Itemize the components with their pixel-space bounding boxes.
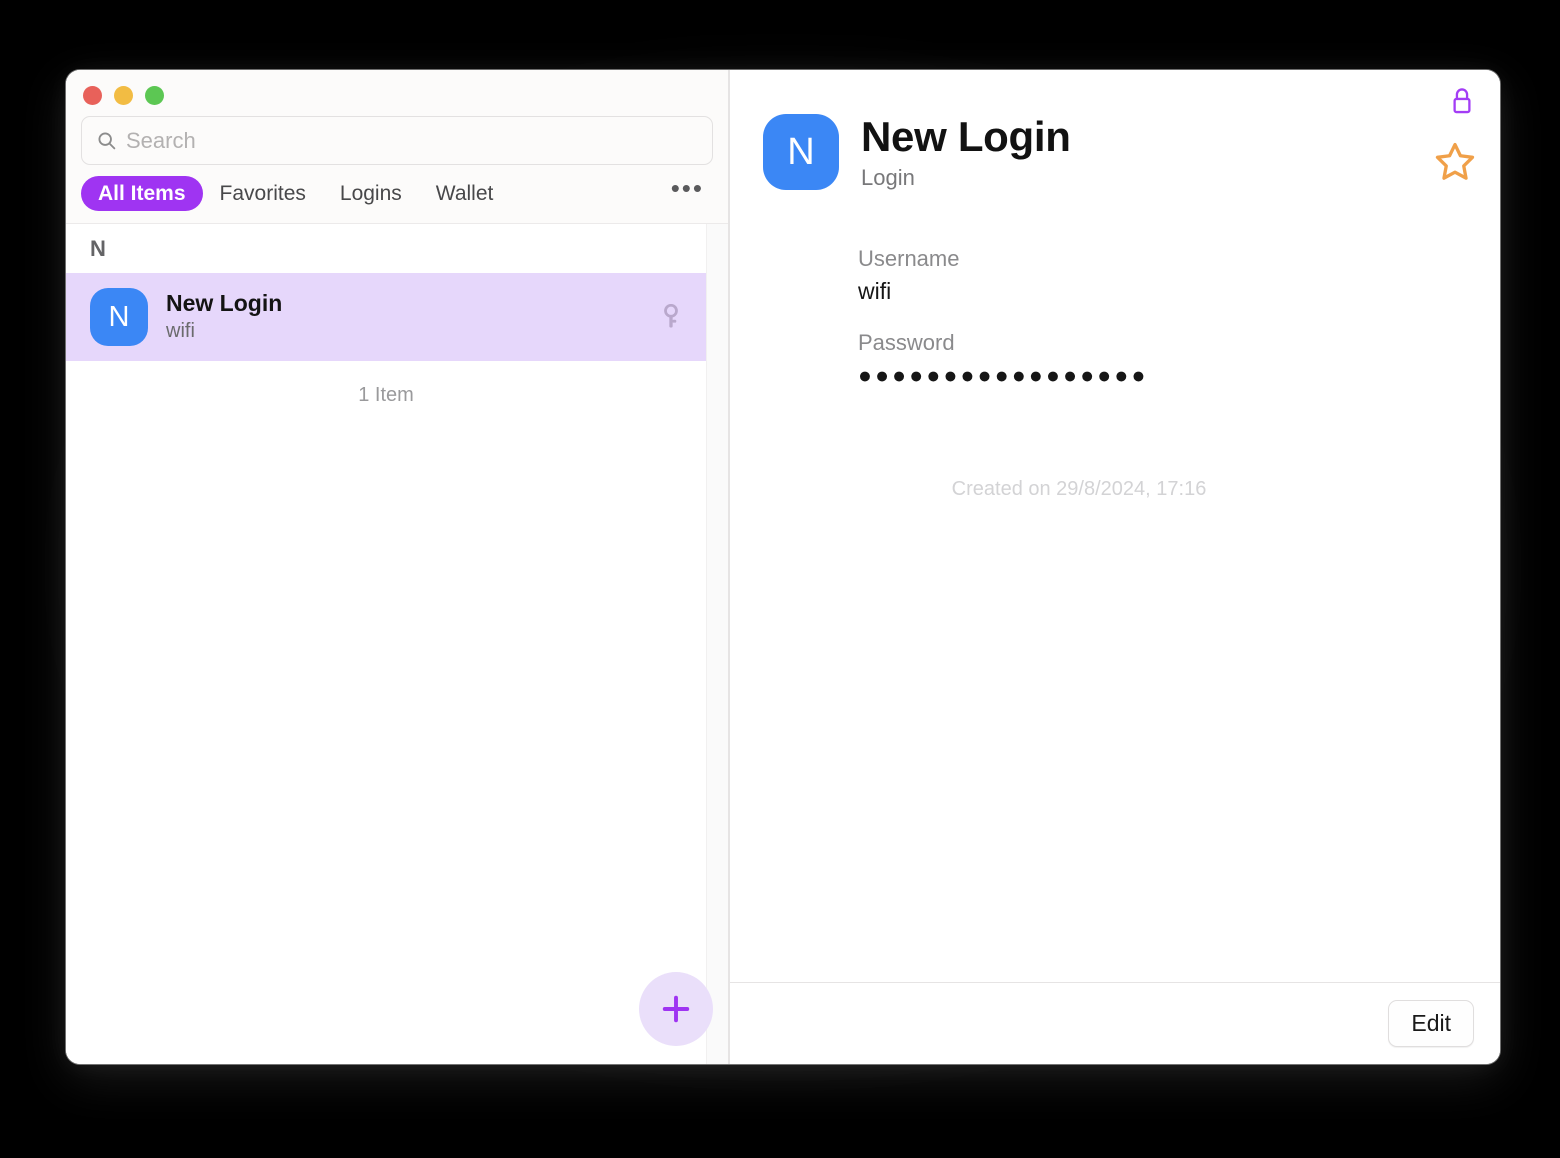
app-window: All Items Favorites Logins Wallet ••• N … <box>66 70 1500 1064</box>
window-controls <box>66 70 728 110</box>
maximize-button[interactable] <box>145 86 164 105</box>
tab-logins[interactable]: Logins <box>323 176 419 211</box>
add-item-button[interactable] <box>639 972 713 1046</box>
detail-heading-text: New Login Login <box>861 114 1071 190</box>
field-username: Username wifi <box>858 246 1500 306</box>
field-value[interactable]: wifi <box>858 278 1500 306</box>
tab-favorites[interactable]: Favorites <box>203 176 323 211</box>
item-count-label: 1 Item <box>66 361 706 407</box>
more-options-icon[interactable]: ••• <box>665 175 710 206</box>
list-item[interactable]: N New Login wifi <box>66 273 706 361</box>
list-section-header: N <box>66 224 706 273</box>
detail-body: N New Login Login Username wifi Password… <box>730 70 1500 982</box>
search-input[interactable] <box>126 127 698 154</box>
item-list: N N New Login wifi 1 Item <box>66 224 728 1064</box>
page-title: New Login <box>861 113 1071 161</box>
field-password: Password ●●●●●●●●●●●●●●●●● <box>858 330 1500 390</box>
close-button[interactable] <box>83 86 102 105</box>
detail-subtitle: Login <box>861 164 915 190</box>
detail-pane: N New Login Login Username wifi Password… <box>730 70 1500 1064</box>
detail-header: N New Login Login <box>730 70 1500 190</box>
tab-all-items[interactable]: All Items <box>81 176 203 211</box>
list-item-text: New Login wifi <box>166 290 283 343</box>
screen: All Items Favorites Logins Wallet ••• N … <box>0 0 1560 1158</box>
list-item-avatar: N <box>90 288 148 346</box>
search-field[interactable] <box>81 116 713 165</box>
list-item-title: New Login <box>166 290 283 317</box>
key-icon <box>660 303 682 330</box>
list-scrollbar[interactable] <box>706 224 728 1064</box>
tab-wallet[interactable]: Wallet <box>419 176 511 211</box>
sidebar: All Items Favorites Logins Wallet ••• N … <box>66 70 728 1064</box>
filter-tabs: All Items Favorites Logins Wallet ••• <box>66 165 728 223</box>
field-label: Username <box>858 246 960 271</box>
minimize-button[interactable] <box>114 86 133 105</box>
edit-button[interactable]: Edit <box>1388 1000 1474 1047</box>
search-icon <box>96 130 117 151</box>
detail-avatar: N <box>763 114 839 190</box>
lock-closed-icon[interactable] <box>1448 86 1476 116</box>
list-item-subtitle: wifi <box>166 320 195 343</box>
field-label: Password <box>858 329 955 355</box>
field-value-masked[interactable]: ●●●●●●●●●●●●●●●●● <box>858 362 1500 390</box>
sidebar-toolbar: All Items Favorites Logins Wallet ••• <box>66 70 728 224</box>
detail-footer: Edit <box>730 982 1500 1064</box>
favorite-star-icon[interactable] <box>1434 140 1476 182</box>
detail-fields: Username wifi Password ●●●●●●●●●●●●●●●●● <box>730 190 1500 390</box>
created-timestamp: Created on 29/8/2024, 17:16 <box>951 477 1207 500</box>
item-list-scroll: N N New Login wifi 1 Item <box>66 224 706 1064</box>
